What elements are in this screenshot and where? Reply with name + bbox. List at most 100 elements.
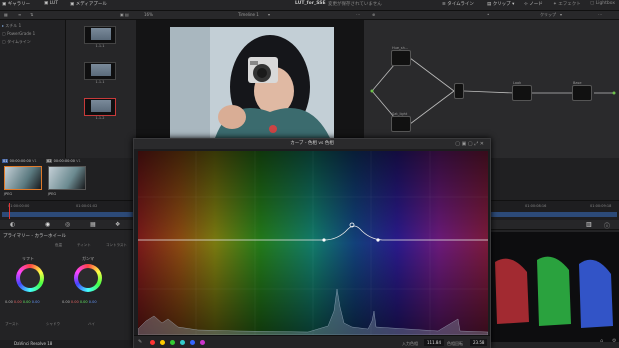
chevron-down-icon[interactable]: ▾ [560, 12, 562, 17]
node-dot-icon: • [487, 12, 490, 17]
window-controls-icon[interactable]: ▢ ▣ ▢ ⤢ ✕ [455, 139, 484, 149]
node-look[interactable]: Look [512, 81, 532, 101]
motion-effects-icon[interactable]: ❖ [115, 221, 120, 228]
app-name: DaVinci Resolve 18 [14, 341, 53, 346]
hdr-icon[interactable]: ◎ [65, 221, 70, 228]
clip-button[interactable]: ▤ クリップ ▾ [487, 1, 514, 7]
chevron-down-icon[interactable]: ▾ [268, 12, 270, 17]
app-footer: DaVinci Resolve 18 [0, 340, 133, 348]
parade-scope [491, 232, 619, 342]
playhead[interactable] [9, 203, 10, 219]
viewer-toolbar: ▦ ≡ ⇅ ▣ ▤ 16% Timeline 1 ▾ ⋯ ⊕ • クリップ ▾ … [0, 11, 619, 20]
node-base[interactable]: Base [572, 81, 592, 101]
gamma-values[interactable]: 0.00 0.00 0.00 0.00 [62, 300, 97, 304]
swatch-blue[interactable] [190, 340, 195, 345]
grid-icon[interactable]: ▦ [4, 12, 8, 17]
lift-label: リフト [22, 256, 34, 261]
boost-label: ブースト [5, 322, 19, 326]
project-title: LUT_for_SSE [295, 1, 326, 6]
home-icon[interactable]: ⌂ [600, 338, 603, 344]
effects-button[interactable]: ✦ エフェクト [553, 1, 581, 7]
curve-svg [137, 151, 489, 336]
still-thumbnail-selected[interactable]: 1.1.2 [84, 98, 116, 120]
still-thumbnail[interactable]: 1.1.1 [84, 26, 116, 48]
swatch-magenta[interactable] [200, 340, 205, 345]
contrast-label: コントラスト [106, 243, 127, 247]
still-label: 1.1.1 [95, 80, 105, 84]
swatch-red[interactable] [150, 340, 155, 345]
settings-icon[interactable]: ⚙ [612, 338, 616, 344]
node-mode-icon[interactable]: ⊕ [372, 12, 375, 17]
curve-title-bar[interactable]: カーブ - 色相 vs 色相 ▢ ▣ ▢ ⤢ ✕ [134, 139, 490, 149]
input-hue-field[interactable]: 111.84 [424, 339, 444, 346]
clip-dropdown[interactable]: クリップ [540, 12, 556, 18]
stills-grid: 1.1.1 1.1.1 1.1.2 [66, 20, 136, 158]
hue-vs-hue-curve-window: カーブ - 色相 vs 色相 ▢ ▣ ▢ ⤢ ✕ ✎ 入力色相 111.84 色… [133, 138, 491, 348]
gamma-wheel[interactable] [74, 264, 102, 292]
still-image [91, 64, 111, 76]
still-image [91, 28, 111, 40]
layout-icon[interactable]: ▣ ▤ [120, 12, 129, 17]
node-sat-light[interactable]: Sat_light [391, 112, 411, 132]
clip-header-1: 01 00:00:00:00 V1 [2, 159, 37, 163]
primaries-title: プライマリー - カラーホイール [3, 234, 66, 239]
gallery-panel: ▸ スチル 1 ▢ PowerGrade 1 ▢ タイムライン [0, 20, 66, 158]
node-mixer[interactable] [454, 83, 464, 99]
media-pool-button[interactable]: ▣ メディアプール [70, 1, 107, 7]
lift-values[interactable]: 0.00 0.00 0.00 0.00 [5, 300, 40, 304]
gallery-item-stills[interactable]: ▸ スチル 1 [2, 23, 21, 29]
unsaved-status: 変更が保存されていません [328, 2, 382, 7]
node-hue-shift[interactable]: Hue_sh... [391, 46, 411, 66]
lightbox-button[interactable]: ▢ Lightbox [590, 1, 615, 6]
gallery-item-timeline[interactable]: ▢ タイムライン [2, 39, 31, 45]
davinci-resolve-window: ▣ ギャラリー ▣ LUT ▣ メディアプール LUT_for_SSE 変更が保… [0, 0, 619, 348]
clip-thumbnail-2[interactable] [48, 166, 86, 190]
ruler-tick: 01:00:08:16 [525, 204, 547, 208]
timeline-button[interactable]: ≡ タイムライン [442, 1, 474, 7]
info-icon[interactable]: ⓘ [604, 221, 610, 230]
gallery-item-powergrade[interactable]: ▢ PowerGrade 1 [2, 31, 35, 36]
still-image [91, 100, 111, 112]
clip-header-2: 02 00:00:00:00 V1 [46, 159, 81, 163]
temp-label: 色温 [55, 243, 62, 247]
parade-graph [495, 256, 613, 328]
still-label: 1.1.2 [95, 116, 105, 120]
picker-icon[interactable]: ✎ [138, 339, 142, 345]
ruler-tick: 01:00:09:18 [590, 204, 612, 208]
lut-button[interactable]: ▣ LUT [44, 1, 58, 6]
clip-codec-2: JPEG [48, 192, 57, 196]
more-icon[interactable]: ⋯ [598, 12, 602, 17]
swatch-yellow[interactable] [160, 340, 165, 345]
lift-wheel[interactable] [16, 264, 44, 292]
swatch-cyan[interactable] [180, 340, 185, 345]
still-label: 1.1.1 [95, 44, 105, 48]
viewer-photo [170, 27, 334, 138]
tint-label: ティント [77, 243, 91, 247]
clip-thumbnail-1[interactable] [4, 166, 42, 190]
swatch-green[interactable] [170, 340, 175, 345]
input-hue-label: 入力色相 [402, 341, 418, 346]
more-icon[interactable]: ⋯ [356, 12, 360, 17]
viewer-image[interactable] [170, 27, 334, 138]
gamma-label: ガンマ [82, 256, 94, 261]
camera-raw-icon[interactable]: ◐ [10, 221, 15, 228]
hue-rotate-field[interactable]: 23.58 [470, 339, 488, 346]
timeline-name[interactable]: Timeline 1 [238, 12, 259, 17]
ruler-tick: 01:00:00:00 [8, 204, 30, 208]
curve-graph[interactable] [137, 151, 489, 336]
scope-icon[interactable]: ▥ [586, 221, 592, 228]
sort-icon[interactable]: ⇅ [30, 12, 33, 17]
shadow-label: シャドウ [46, 322, 60, 326]
rgb-mixer-icon[interactable]: ▦ [90, 221, 96, 228]
clip-codec-1: JPEG [4, 192, 13, 196]
zoom-level[interactable]: 16% [144, 12, 153, 17]
node-button[interactable]: ⊹ ノード [524, 1, 543, 7]
hue-rotate-label: 色相回転 [447, 341, 463, 346]
color-wheels-icon[interactable]: ◉ [45, 221, 50, 228]
ruler-tick: 01:00:01:02 [76, 204, 98, 208]
curve-title: カーブ - 色相 vs 色相 [290, 141, 334, 146]
curve-footer: ✎ 入力色相 111.84 色相回転 23.58 [134, 335, 490, 348]
list-icon[interactable]: ≡ [18, 12, 21, 17]
still-thumbnail[interactable]: 1.1.1 [84, 62, 116, 84]
gallery-button[interactable]: ▣ ギャラリー [2, 1, 30, 7]
